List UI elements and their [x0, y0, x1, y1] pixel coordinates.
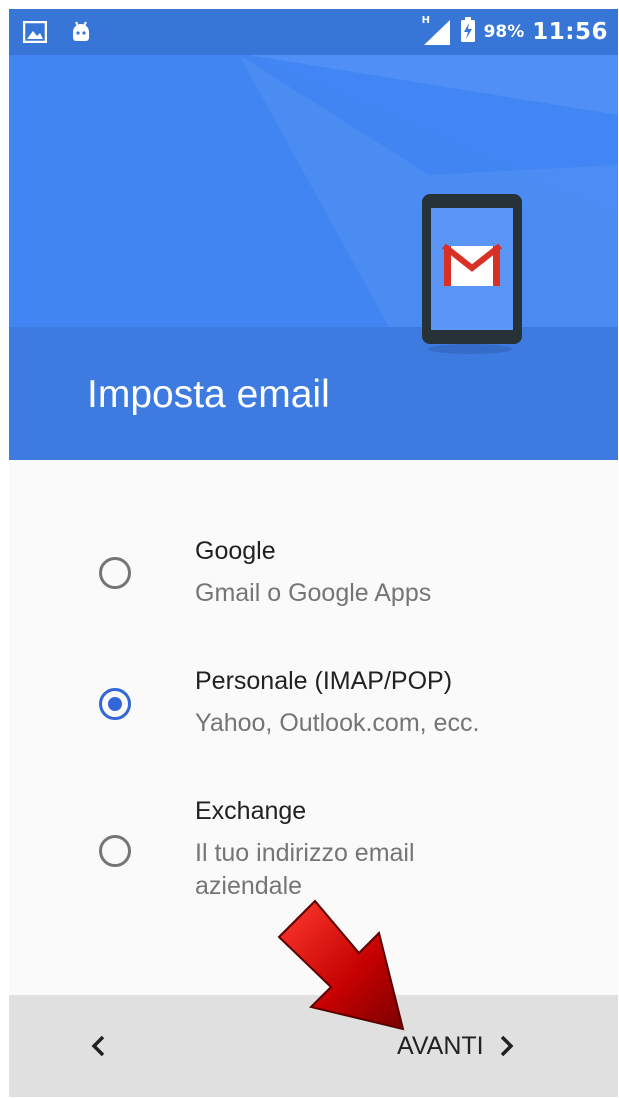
- option-subtitle: Gmail o Google Apps: [195, 579, 432, 607]
- radio-google[interactable]: [99, 557, 131, 589]
- clock: 11:56: [532, 19, 608, 45]
- radio-exchange[interactable]: [99, 835, 131, 867]
- radio-personal-imap-pop[interactable]: [99, 688, 131, 720]
- page-title: Imposta email: [87, 373, 330, 416]
- option-google[interactable]: Google Gmail o Google Apps: [9, 529, 618, 639]
- option-title: Exchange: [195, 797, 307, 825]
- option-subtitle: Yahoo, Outlook.com, ecc.: [195, 709, 480, 737]
- status-bar: H 98% 11:56: [9, 9, 618, 55]
- image-notification-icon: [22, 20, 48, 47]
- battery-percent: 98%: [483, 22, 525, 42]
- option-title: Google: [195, 537, 276, 565]
- screen: H 98% 11:56 Imposta email Google Gmail o…: [9, 9, 618, 1097]
- signal-icon: H: [421, 15, 452, 46]
- chevron-left-icon: [91, 1035, 105, 1057]
- phone-gmail-illustration: [422, 194, 522, 358]
- option-personal-imap-pop[interactable]: Personale (IMAP/POP) Yahoo, Outlook.com,…: [9, 661, 618, 771]
- option-title: Personale (IMAP/POP): [195, 667, 453, 695]
- back-button[interactable]: [79, 1021, 119, 1071]
- setup-header: Imposta email: [9, 55, 618, 460]
- android-notification-icon: [69, 20, 93, 48]
- network-type-label: H: [421, 15, 430, 26]
- chevron-right-icon: [500, 1035, 514, 1057]
- battery-charging-icon: [460, 17, 476, 47]
- red-arrow-annotation: [271, 889, 421, 1053]
